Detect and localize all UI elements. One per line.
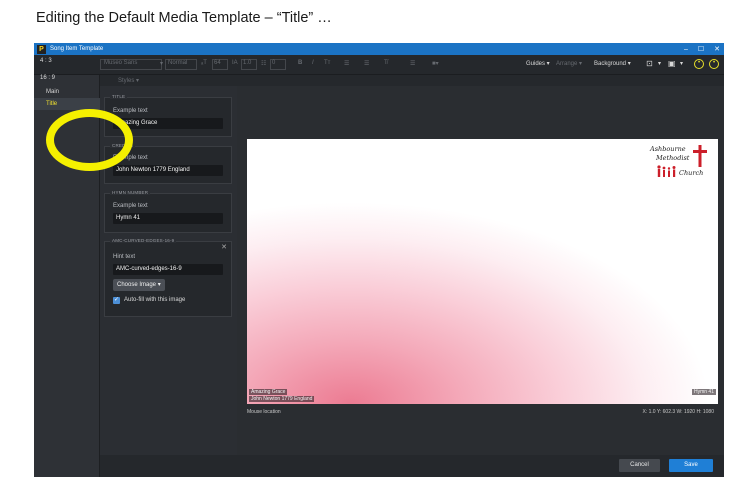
color-swatch-button[interactable]: ■▾ <box>432 60 439 67</box>
save-button[interactable]: Save <box>669 459 713 472</box>
preview-yellow-icon[interactable]: • <box>709 59 719 69</box>
hymn-number-section: HYMN NUMBER Example text Hymn 41 <box>104 190 232 233</box>
credits-example-input[interactable]: John Newton 1779 England <box>113 165 223 176</box>
secondary-toolbar: Styles ▾ <box>34 75 724 86</box>
save-layout-chevron-icon: ▾ <box>680 61 684 67</box>
title-bar: P Song Item Template – ☐ ✕ <box>34 43 724 55</box>
font-size-value: 64 <box>214 60 221 66</box>
maximize-button[interactable]: ☐ <box>698 45 704 53</box>
aspect-ratio-16-9[interactable]: 16 : 9 <box>40 75 55 81</box>
section-header: HYMN NUMBER <box>110 190 151 195</box>
church-logo: Ashbourne Methodist Church <box>646 145 712 183</box>
font-style-value: Normal <box>168 60 188 66</box>
window-title: Song Item Template <box>50 46 104 52</box>
logo-line-1: Ashbourne <box>650 145 686 153</box>
slide-canvas-area: Ashbourne Methodist Church Amazing Grace… <box>237 86 724 455</box>
slide-size-chevron-icon: ▾ <box>658 61 662 67</box>
choose-image-button[interactable]: Choose Image ▾ <box>113 279 165 291</box>
image-section: AMC-CURVED-EDGES-16-9 ✕ Hint text AMC-cu… <box>104 238 232 317</box>
mouse-location-label: Mouse location <box>247 409 281 415</box>
app-icon: P <box>37 44 46 54</box>
italic-button[interactable]: I <box>312 60 314 66</box>
close-icon[interactable]: ✕ <box>221 243 227 251</box>
section-header: TITLE <box>110 94 128 99</box>
char-spacing-icon: IA <box>232 60 238 66</box>
field-label: Example text <box>113 203 148 209</box>
close-button[interactable]: ✕ <box>714 45 720 53</box>
background-menu[interactable]: Background ▾ <box>594 60 631 67</box>
song-item-template-window: P Song Item Template – ☐ ✕ Museo Sans ▾ … <box>34 43 724 477</box>
font-size-icon: ₐT <box>201 60 207 66</box>
people-icon <box>657 165 676 177</box>
line-spacing-value: 0 <box>272 60 276 66</box>
styles-menu[interactable]: Styles ▾ <box>118 77 139 84</box>
sidebar-item-main[interactable]: Main <box>34 86 100 98</box>
cross-icon <box>693 145 707 167</box>
slide-preview[interactable]: Ashbourne Methodist Church Amazing Grace… <box>247 139 718 404</box>
settings-yellow-icon[interactable]: • <box>694 59 704 69</box>
autofill-label: Auto-fill with this image <box>124 297 186 303</box>
autofill-checkbox[interactable]: ✓ <box>113 297 120 304</box>
slide-title-text[interactable]: Amazing Grace <box>249 389 288 395</box>
line-spacing-icon: ☷ <box>261 61 267 67</box>
section-header: AMC-CURVED-EDGES-16-9 <box>110 238 177 243</box>
bold-button[interactable]: B <box>298 60 302 66</box>
text-case-button[interactable]: Tт <box>324 60 330 66</box>
numbered-list-button[interactable]: ☰ <box>364 60 369 67</box>
font-name-value: Museo Sans <box>104 60 138 66</box>
format-toolbar: Museo Sans ▾ Normal ₐT 64 IA 1.0 ☷ 0 B I… <box>34 55 724 75</box>
coordinates-readout: X: 1.0 Y: 602.3 W: 1920 H: 1080 <box>642 409 714 415</box>
dialog-footer: Cancel Save <box>100 455 724 477</box>
logo-line-3: Church <box>679 169 704 177</box>
aspect-ratio-4-3[interactable]: 4 : 3 <box>40 58 52 64</box>
field-label: Hint text <box>113 254 136 260</box>
status-bar: Mouse location X: 1.0 Y: 602.3 W: 1920 H… <box>237 407 724 417</box>
image-hint-input[interactable]: AMC-curved-edges-16-9 <box>113 264 223 275</box>
arrange-menu[interactable]: Arrange ▾ <box>556 60 582 67</box>
slide-credits-text[interactable]: John Newton 1779 England <box>249 396 315 402</box>
window-controls: – ☐ ✕ <box>684 43 720 55</box>
align-button[interactable]: ☰ <box>410 60 415 67</box>
font-select-chevron-icon: ▾ <box>160 61 164 67</box>
hymn-number-example-input[interactable]: Hymn 41 <box>113 213 223 224</box>
slide-hymn-number-text[interactable]: Hymn 41 <box>691 389 716 395</box>
guides-menu[interactable]: Guides ▾ <box>526 60 550 67</box>
clear-format-button[interactable]: T̸ <box>384 60 388 66</box>
logo-line-2: Methodist <box>656 154 690 162</box>
save-layout-icon[interactable]: ▣ <box>668 59 676 68</box>
field-label: Example text <box>113 108 148 114</box>
highlight-circle-annotation <box>46 109 133 171</box>
cancel-button[interactable]: Cancel <box>619 459 660 472</box>
bullet-list-button[interactable]: ☰ <box>344 60 349 67</box>
document-heading: Editing the Default Media Template – “Ti… <box>36 10 332 26</box>
slide-size-icon[interactable]: ⊡ <box>646 59 653 68</box>
minimize-button[interactable]: – <box>684 46 688 53</box>
char-spacing-value: 1.0 <box>243 60 252 66</box>
